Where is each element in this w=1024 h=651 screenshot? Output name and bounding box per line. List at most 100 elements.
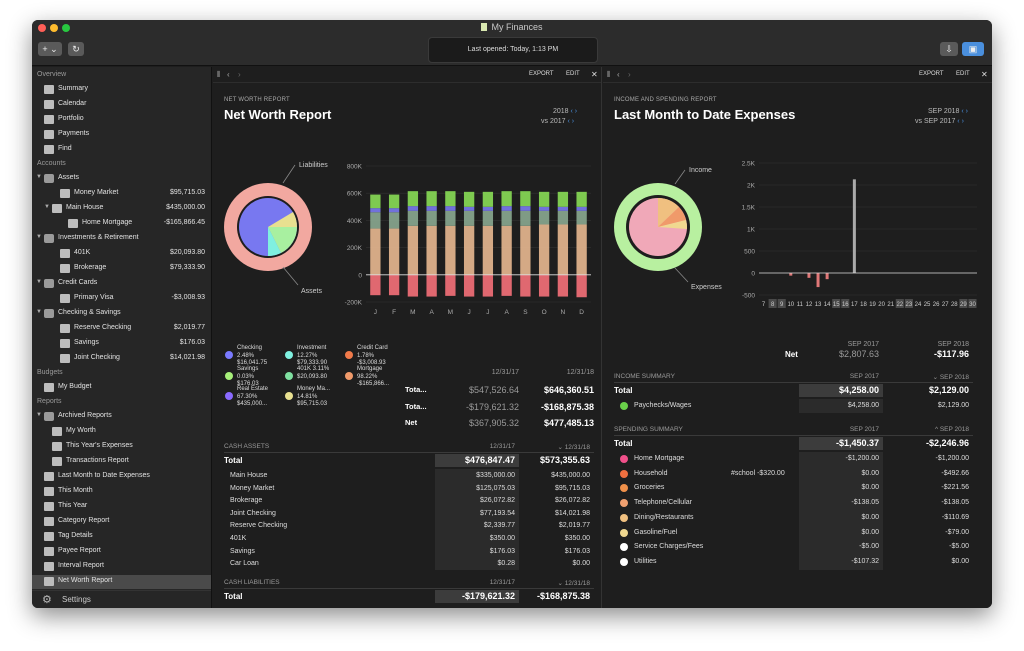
row-value: $125,075.03 — [476, 484, 515, 492]
sidebar-account-item[interactable]: ▼ Assets — [32, 172, 211, 186]
sidebar-account-item[interactable]: ▼ Investments & Retirement — [32, 232, 211, 246]
legend-value: 67.30% — [237, 393, 258, 400]
sidebar-item-label: Brokerage — [74, 264, 107, 271]
sidebar-report-item[interactable]: Interval Report — [32, 560, 211, 574]
year-arrows-icon[interactable]: ‹ › — [571, 108, 578, 115]
sidebar-account-item[interactable]: ▼ Main House $435,000.00 — [32, 202, 211, 216]
sidebar-account-item[interactable]: Joint Checking $14,021.98 — [32, 352, 211, 366]
edit-button[interactable]: EDIT — [956, 71, 970, 77]
compare-year-selector[interactable]: vs 2017 ‹ › — [541, 118, 574, 125]
sidebar-item-budget[interactable]: My Budget — [32, 381, 211, 395]
sidebar-account-item[interactable]: ▼ Checking & Savings — [32, 307, 211, 321]
summary-value: $547,526.64 — [468, 385, 519, 395]
column-header: SEP 2017 — [849, 373, 879, 380]
sidebar-report-item[interactable]: Tag Details — [32, 530, 211, 544]
disclosure-triangle-icon[interactable]: ▼ — [36, 309, 42, 315]
folder-icon — [44, 234, 54, 243]
sidebar-report-item[interactable]: My Worth — [32, 425, 211, 439]
disclosure-triangle-icon[interactable]: ▼ — [36, 279, 42, 285]
compare-arrows-icon[interactable]: ‹ › — [567, 118, 574, 125]
disclosure-triangle-icon[interactable]: ▼ — [44, 204, 50, 210]
row-label: Joint Checking — [230, 509, 276, 517]
bar-segment — [501, 274, 512, 296]
legend-value: $20,093.80 — [297, 373, 328, 380]
disclosure-triangle-icon[interactable]: ▼ — [36, 412, 42, 418]
sidebar-toggle-button[interactable]: ▣ — [962, 42, 984, 56]
sidebar-report-item[interactable]: Last Month to Date Expenses — [32, 470, 211, 484]
bar-segment — [407, 191, 419, 207]
row-value: -$107.32 — [851, 557, 879, 565]
day-bar — [825, 273, 829, 280]
sidebar-item-find[interactable]: Find — [32, 143, 211, 157]
export-button[interactable]: EXPORT — [529, 71, 554, 77]
sidebar-report-item[interactable]: This Month — [32, 485, 211, 499]
forward-arrow-icon[interactable]: › — [628, 70, 631, 79]
pane-handle-icon[interactable]: ⦀ — [217, 70, 221, 80]
export-button[interactable]: EXPORT — [919, 71, 944, 77]
pane-header: ⦀ ‹ › EXPORT EDIT ✕ — [213, 67, 601, 83]
category-swatch — [620, 455, 628, 463]
section-budgets: Budgets — [37, 369, 63, 376]
settings-button[interactable]: ⚙ Settings — [32, 590, 211, 608]
close-pane-icon[interactable]: ✕ — [981, 70, 988, 79]
day-bar — [807, 273, 811, 278]
x-tick-label: 17 — [851, 302, 858, 308]
sidebar-account-item[interactable]: Home Mortgage -$165,866.45 — [32, 217, 211, 231]
sidebar-account-item[interactable]: ▼ Credit Cards — [32, 277, 211, 291]
sidebar-report-item[interactable]: This Year — [32, 500, 211, 514]
sidebar-item-summary[interactable]: Summary — [32, 83, 211, 97]
sidebar-item-label: Primary Visa — [74, 294, 114, 301]
sidebar-item-calendar[interactable]: Calendar — [32, 98, 211, 112]
add-button[interactable]: + ⌄ — [38, 42, 62, 56]
sidebar-report-item[interactable]: Payee Report — [32, 545, 211, 559]
sidebar-report-item[interactable]: ▼ Archived Reports — [32, 410, 211, 424]
bar-segment — [426, 191, 437, 207]
edit-button[interactable]: EDIT — [566, 71, 580, 77]
sidebar-item-label: Tag Details — [58, 532, 93, 539]
compare-arrows-icon[interactable]: ‹ › — [957, 118, 964, 125]
compare-period-selector[interactable]: vs SEP 2017 ‹ › — [915, 118, 964, 125]
row-value: -$79.00 — [945, 528, 969, 536]
disclosure-triangle-icon[interactable]: ▼ — [36, 174, 42, 180]
period-selector[interactable]: SEP 2018 ‹ › — [928, 108, 968, 115]
x-tick-label: 18 — [860, 302, 867, 308]
sidebar-item-label: My Worth — [66, 427, 96, 434]
pane-handle-icon[interactable]: ⦀ — [607, 70, 611, 80]
sidebar-account-item[interactable]: Brokerage $79,333.90 — [32, 262, 211, 276]
period-arrows-icon[interactable]: ‹ › — [961, 108, 968, 115]
row-label: Dining/Restaurants — [634, 513, 694, 521]
income-expense-donut: Income Expenses — [614, 167, 722, 291]
pane-header: ⦀ ‹ › EXPORT EDIT ✕ — [603, 67, 992, 83]
bar-segment — [557, 206, 569, 211]
bar-segment — [576, 206, 587, 211]
import-button[interactable]: ⇩ — [940, 42, 958, 56]
close-pane-icon[interactable]: ✕ — [591, 70, 598, 79]
legend-value: 0.03% — [237, 373, 255, 380]
y-tick-label: 400K — [347, 218, 363, 225]
sidebar-item-portfolio[interactable]: Portfolio — [32, 113, 211, 127]
row-label: Paychecks/Wages — [634, 402, 692, 409]
back-arrow-icon[interactable]: ‹ — [227, 70, 230, 79]
legend-swatch — [345, 351, 353, 359]
sidebar-item-label: Credit Cards — [58, 279, 98, 286]
sidebar-account-item[interactable]: Savings $176.03 — [32, 337, 211, 351]
x-tick-label: O — [542, 309, 547, 316]
forward-arrow-icon[interactable]: › — [238, 70, 241, 79]
sidebar-report-item[interactable]: This Year's Expenses — [32, 440, 211, 454]
back-arrow-icon[interactable]: ‹ — [617, 70, 620, 79]
disclosure-triangle-icon[interactable]: ▼ — [36, 234, 42, 240]
refresh-button[interactable]: ↻ — [68, 42, 84, 56]
sidebar-item-payments[interactable]: Payments — [32, 128, 211, 142]
sidebar-report-item[interactable]: Net Worth Report — [32, 575, 211, 589]
period-b: vs SEP 2017 — [915, 118, 956, 125]
sidebar-account-item[interactable]: 401K $20,093.80 — [32, 247, 211, 261]
sidebar-account-item[interactable]: Money Market $95,715.03 — [32, 187, 211, 201]
sidebar-account-item[interactable]: Reserve Checking $2,019.77 — [32, 322, 211, 336]
bar-segment — [445, 210, 456, 226]
year-selector[interactable]: 2018 ‹ › — [553, 108, 577, 115]
sidebar-report-item[interactable]: Category Report — [32, 515, 211, 529]
y-tick-label: 200K — [347, 245, 363, 252]
sidebar-report-item[interactable]: Transactions Report — [32, 455, 211, 469]
total-value: -$1,450.37 — [835, 438, 879, 448]
sidebar-account-item[interactable]: Primary Visa -$3,008.93 — [32, 292, 211, 306]
